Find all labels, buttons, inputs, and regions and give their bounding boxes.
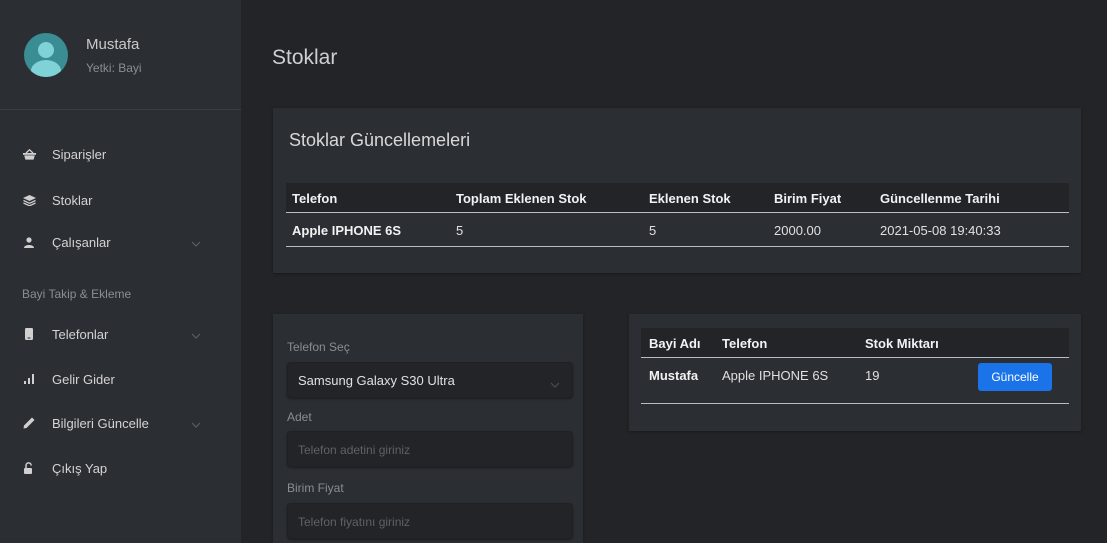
table-cell: 5 — [456, 223, 464, 238]
sidebar-item-label: Stoklar — [52, 192, 93, 208]
user-role: Yetki: Bayi — [86, 61, 142, 75]
card-title: Stoklar Güncellemeleri — [289, 130, 471, 150]
quantity-placeholder: Telefon adetini giriniz — [298, 443, 411, 457]
sidebar-item-gelir-gider[interactable]: Gelir Gider — [0, 363, 241, 395]
table-cell: Mustafa — [649, 368, 699, 383]
price-label: Birim Fiyat — [287, 481, 344, 495]
table-cell: 19 — [865, 368, 880, 383]
column-header: Birim Fiyat — [774, 191, 842, 206]
user-name: Mustafa — [86, 36, 140, 53]
phone-select-label: Telefon Seç — [287, 340, 350, 354]
table-row: Mustafa Apple IPHONE 6S 19 Güncelle — [641, 359, 1069, 404]
table-header: Bayi Adı Telefon Stok Miktarı — [641, 328, 1069, 358]
sidebar-item-telefonlar[interactable]: Telefonlar — [0, 318, 241, 350]
chevron-down-icon — [191, 327, 201, 342]
sidebar-item-bilgileri-guncelle[interactable]: Bilgileri Güncelle — [0, 407, 241, 439]
unlock-icon — [22, 462, 36, 474]
column-header: Eklenen Stok — [649, 191, 731, 206]
page-title: Stoklar — [272, 46, 338, 69]
column-header: Toplam Eklenen Stok — [456, 191, 587, 206]
chevron-down-icon — [191, 235, 201, 250]
column-header: Telefon — [292, 191, 338, 206]
stock-list-card: Bayi Adı Telefon Stok Miktarı Mustafa Ap… — [629, 314, 1081, 431]
phone-select[interactable]: Samsung Galaxy S30 Ultra — [287, 362, 573, 398]
stock-form-card: Telefon Seç Samsung Galaxy S30 Ultra Ade… — [273, 314, 583, 543]
sidebar-item-label: Çıkış Yap — [52, 460, 108, 476]
stock-updates-card: Stoklar Güncellemeleri Telefon Toplam Ek… — [273, 108, 1081, 273]
sidebar-item-label: Siparişler — [52, 146, 107, 162]
column-header: Stok Miktarı — [865, 336, 939, 351]
layers-icon — [22, 194, 36, 206]
column-header: Güncellenme Tarihi — [880, 191, 1000, 206]
sidebar-item-label: Çalışanlar — [52, 234, 111, 250]
price-input[interactable]: Telefon fiyatını giriniz — [287, 503, 573, 539]
chevron-down-icon — [550, 375, 560, 393]
sidebar-section-label: Bayi Takip & Ekleme — [22, 287, 132, 301]
column-header: Telefon — [722, 336, 768, 351]
quantity-input[interactable]: Telefon adetini giriniz — [287, 431, 573, 467]
sidebar-item-stoklar[interactable]: Stoklar — [0, 184, 241, 216]
phone-select-value: Samsung Galaxy S30 Ultra — [298, 373, 455, 388]
table-cell: Apple IPHONE 6S — [292, 223, 402, 238]
table-cell: Apple IPHONE 6S — [722, 368, 829, 383]
basket-icon — [22, 148, 36, 160]
sidebar-item-label: Bilgileri Güncelle — [52, 415, 149, 431]
sidebar-item-label: Telefonlar — [52, 326, 109, 342]
table-cell: 5 — [649, 223, 657, 238]
user-profile: Mustafa Yetki: Bayi — [0, 0, 241, 110]
sidebar-item-calisanlar[interactable]: Çalışanlar — [0, 226, 241, 258]
sidebar-item-label: Gelir Gider — [52, 371, 115, 387]
sidebar: Mustafa Yetki: Bayi Siparişler Stoklar Ç… — [0, 0, 241, 543]
avatar — [24, 33, 68, 77]
table-cell: 2021-05-08 19:40:33 — [880, 223, 1001, 238]
sidebar-item-siparisler[interactable]: Siparişler — [0, 138, 241, 170]
pencil-icon — [22, 417, 36, 429]
update-button[interactable]: Güncelle — [978, 363, 1052, 391]
bar-chart-icon — [22, 374, 36, 384]
chevron-down-icon — [191, 416, 201, 431]
phone-icon — [22, 328, 36, 340]
table-row: Apple IPHONE 6S 5 5 2000.00 2021-05-08 1… — [286, 214, 1069, 247]
column-header: Bayi Adı — [649, 336, 701, 351]
table-header: Telefon Toplam Eklenen Stok Eklenen Stok… — [286, 183, 1069, 213]
price-placeholder: Telefon fiyatını giriniz — [298, 515, 411, 529]
quantity-label: Adet — [287, 410, 312, 424]
table-cell: 2000.00 — [774, 223, 821, 238]
user-icon — [22, 236, 36, 248]
sidebar-item-cikis-yap[interactable]: Çıkış Yap — [0, 452, 241, 484]
